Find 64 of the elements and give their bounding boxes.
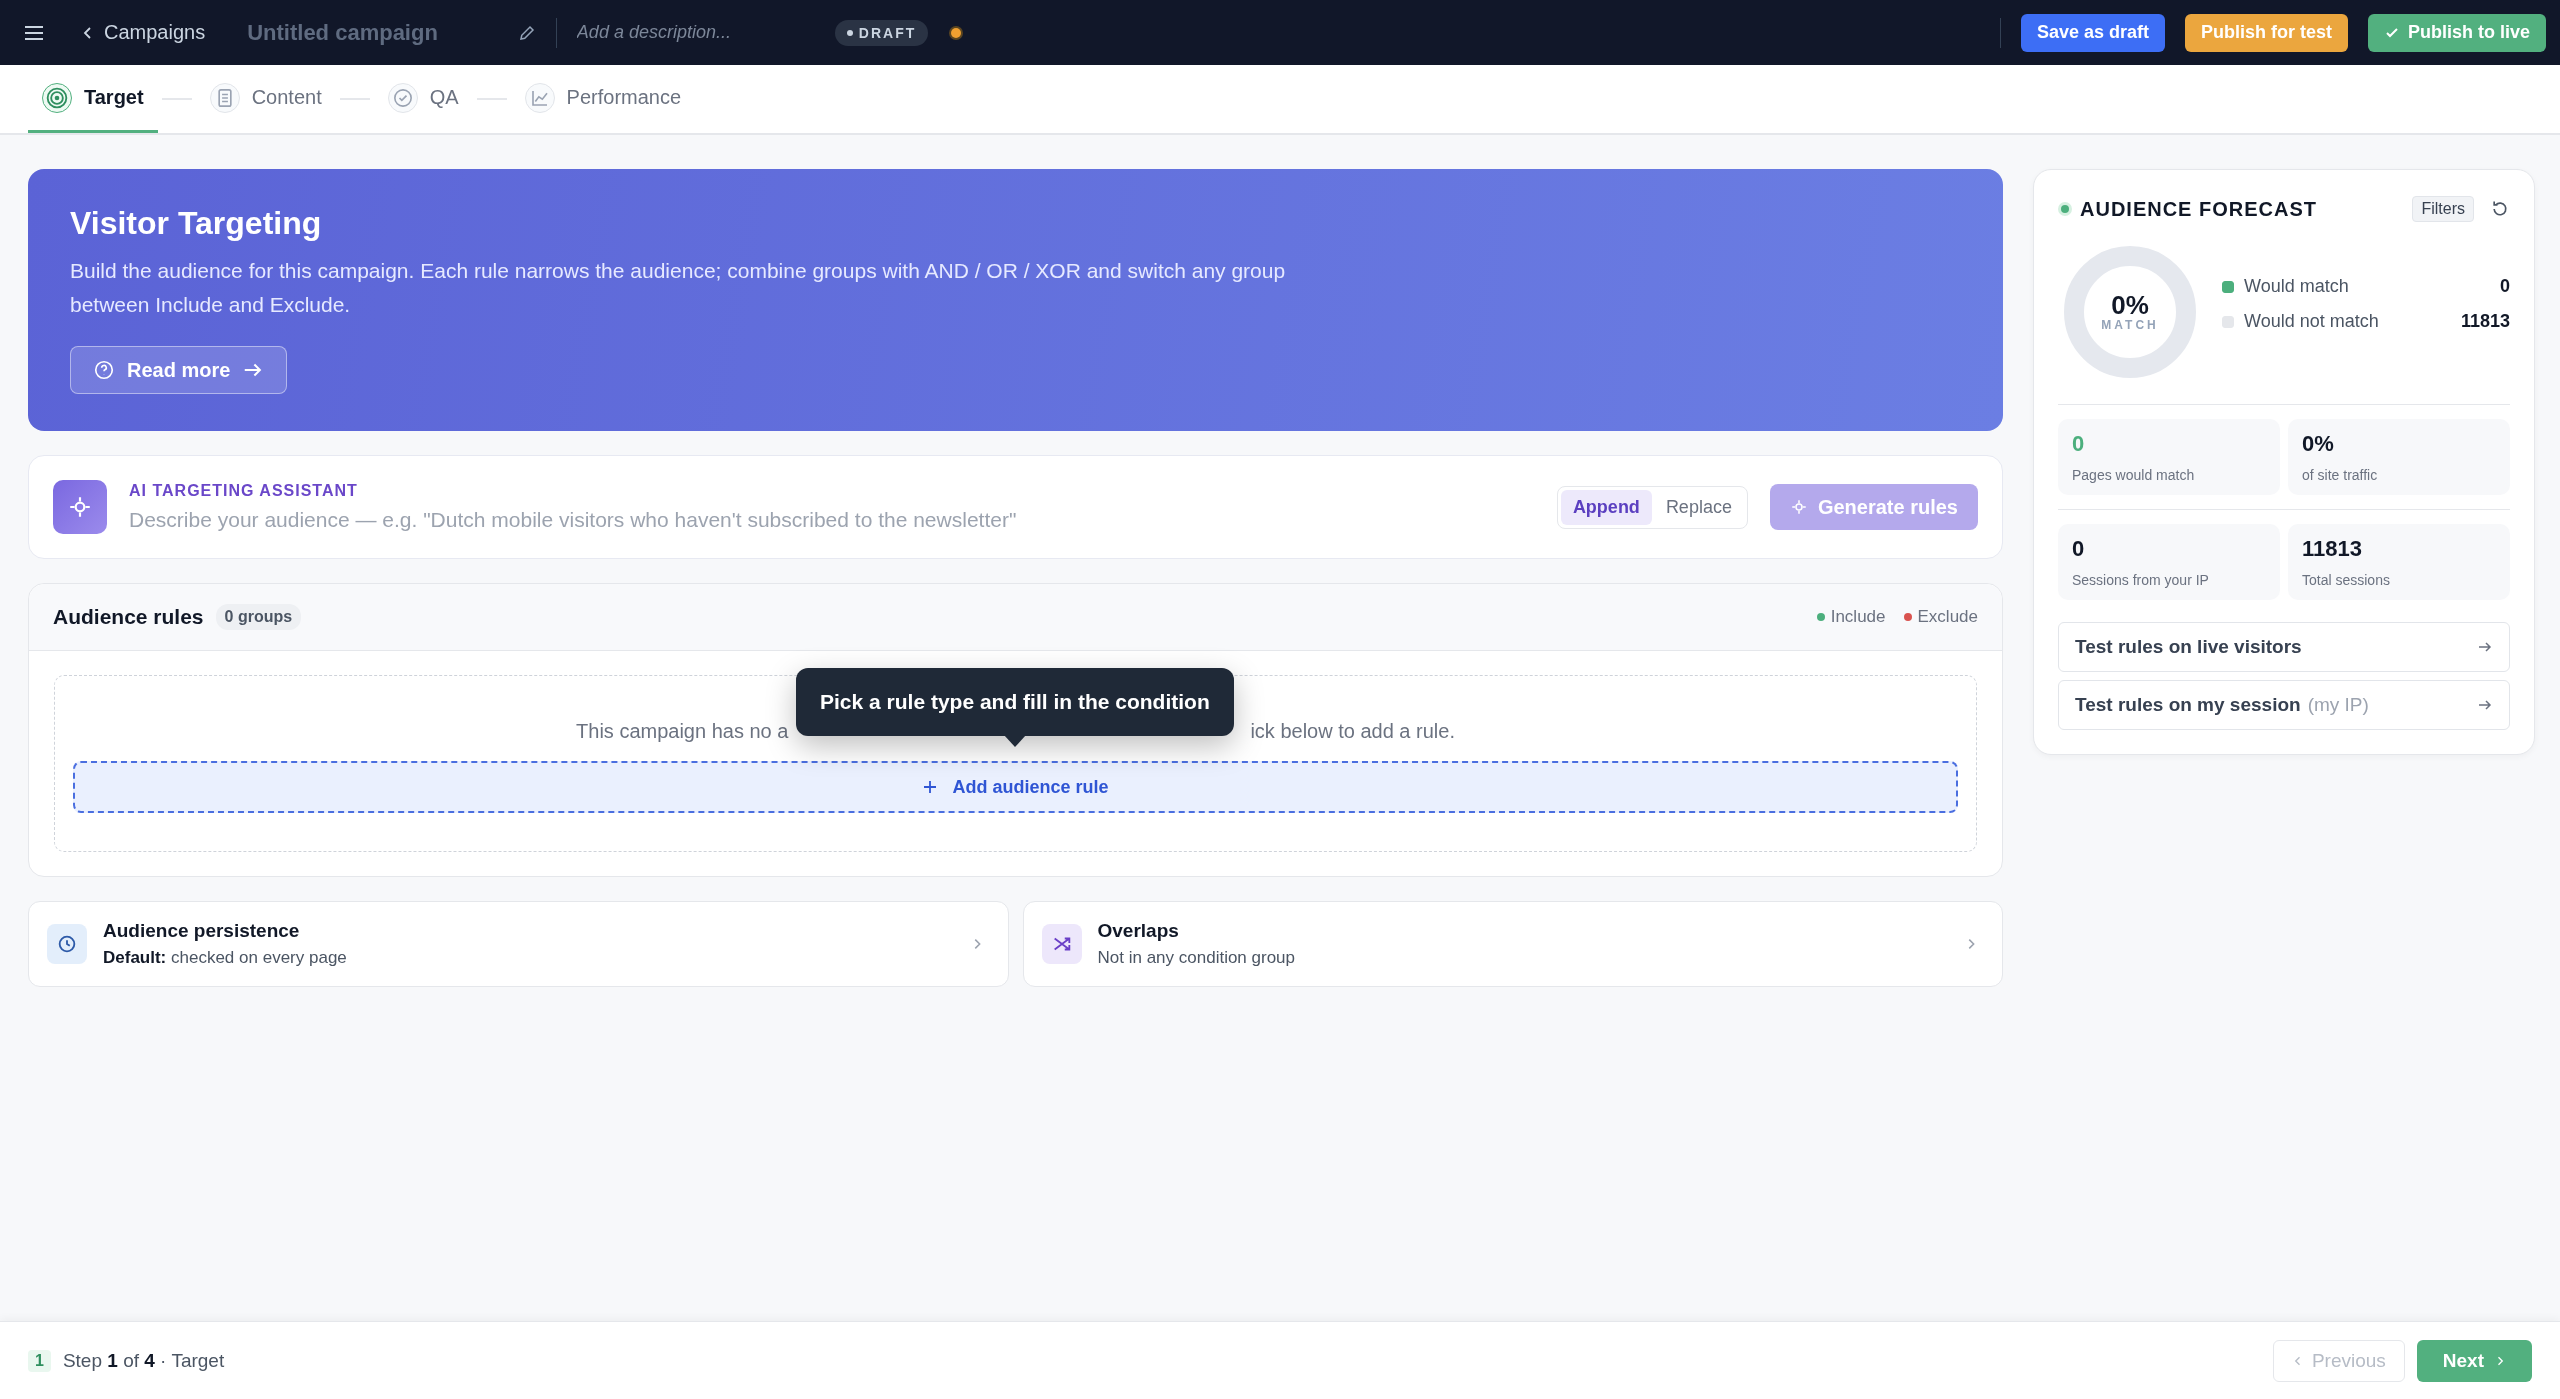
next-button[interactable]: Next	[2416, 1339, 2532, 1382]
stat-label: Total sessions	[2302, 572, 2391, 588]
step-text: Step 1 of 4 · Target	[62, 1349, 225, 1372]
settings-card[interactable]: Overlaps Not in any condition group	[1022, 901, 2003, 987]
legend-label: Would match	[2244, 276, 2349, 297]
settings-card[interactable]: Audience persistence Default: checked on every page	[28, 901, 1009, 987]
filters-button[interactable]: Filters	[2412, 196, 2474, 222]
match-label: MATCH	[2101, 318, 2159, 332]
sparkle-icon	[53, 480, 107, 534]
refresh-icon[interactable]	[2490, 199, 2510, 219]
stat-value: 11813	[2302, 536, 2363, 562]
card-subtitle: Default: checked on every page	[103, 948, 348, 968]
step-number: 1	[28, 1349, 51, 1372]
campaign-title[interactable]: Untitled campaign	[247, 19, 438, 46]
card-title: Audience persistence	[103, 920, 301, 942]
back-link[interactable]: Campaigns	[80, 21, 206, 44]
card-title: Overlaps	[1097, 920, 1180, 942]
publish-button[interactable]: Publish to live	[2367, 13, 2546, 52]
test-rules-button[interactable]: Test rules on my session (my IP)	[2058, 680, 2510, 730]
step-tab[interactable]: Performance	[510, 65, 696, 133]
status-dot-icon	[2058, 202, 2072, 216]
step-tab[interactable]: Target	[28, 65, 158, 133]
legend-value: 11813	[2460, 311, 2510, 332]
add-rule-button[interactable]: Add audience rule	[73, 761, 1958, 813]
hero-title: Visitor Targeting	[70, 205, 322, 242]
document-icon	[209, 82, 240, 113]
stat-value: 0%	[2302, 431, 2335, 457]
test-rules-button[interactable]: Test rules on live visitors	[2058, 622, 2510, 672]
stat-label: of site traffic	[2302, 467, 2379, 483]
legend-value: 0	[2500, 276, 2510, 297]
publish-button[interactable]: Save as draft	[2020, 13, 2165, 52]
read-more-button[interactable]: Read more	[70, 346, 288, 394]
check-circle-icon	[387, 82, 418, 113]
stat-label: Sessions from your IP	[2072, 572, 2210, 588]
audience-input[interactable]: Describe your audience — e.g. "Dutch mobile visitors who haven't subscribed to the newsletter"	[129, 508, 1535, 532]
legend-label: Would not match	[2244, 311, 2379, 332]
legend-label: Exclude	[1917, 607, 1978, 627]
status-badge: DRAFT	[834, 19, 929, 46]
target-icon	[42, 82, 72, 113]
assistant-label: AI TARGETING ASSISTANT	[129, 482, 359, 500]
pencil-icon[interactable]	[517, 23, 536, 42]
help-icon	[93, 359, 115, 381]
match-percent: 0%	[2111, 292, 2149, 318]
plus-icon	[922, 779, 939, 795]
step-tab[interactable]: Content	[195, 65, 336, 133]
mode-option[interactable]: Replace	[1653, 489, 1744, 525]
legend-label: Include	[1830, 607, 1886, 627]
clock-icon	[56, 933, 78, 955]
forecast-title: AUDIENCE FORECAST	[2080, 197, 2317, 221]
chart-icon	[524, 82, 555, 113]
step-tab[interactable]: QA	[373, 65, 473, 133]
hero-text: Build the audience for this campaign. Each rule narrows the audience; combine groups with AND / OR / XOR and switch any group between Include and Exclude.	[70, 258, 1287, 318]
stat-value: 0	[2072, 431, 2086, 457]
empty-text: ick below to add a rule.	[1250, 720, 1455, 743]
stat-value: 0	[2072, 536, 2086, 562]
sparkle-icon	[1789, 498, 1808, 516]
unsaved-dot-icon	[948, 24, 965, 41]
tooltip-arrow-icon	[1003, 735, 1026, 747]
stat-label: Pages would match	[2072, 467, 2196, 483]
card-subtitle: Not in any condition group	[1097, 948, 1297, 968]
empty-text: This campaign has no a	[576, 720, 789, 743]
rules-title: Audience rules	[53, 605, 204, 629]
group-count: 0 groups	[215, 604, 302, 630]
mode-option[interactable]: Append	[1560, 489, 1652, 525]
